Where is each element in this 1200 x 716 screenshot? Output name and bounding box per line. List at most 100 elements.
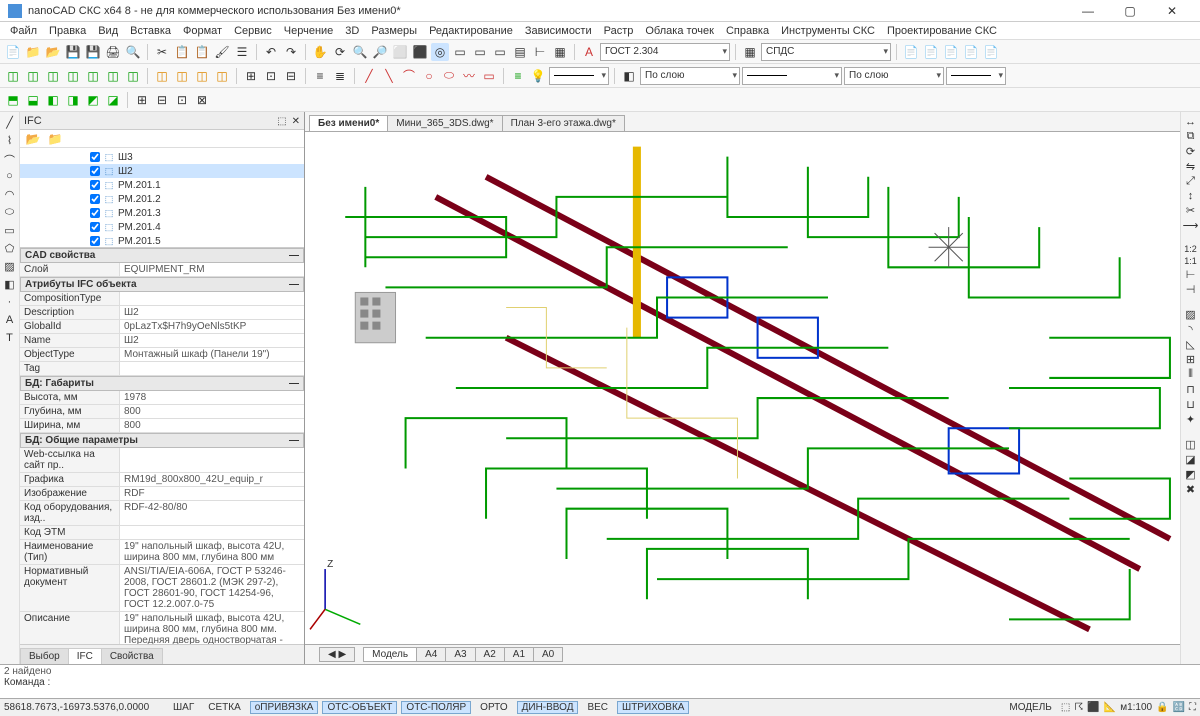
rt-dim1-icon[interactable]: ⊢ (1186, 268, 1196, 281)
status-i4-icon[interactable]: 📐 (1104, 702, 1116, 713)
rt-dim2-icon[interactable]: ⊣ (1186, 283, 1196, 296)
layer-state-icon[interactable]: 💡 (529, 67, 547, 85)
zoom-in-icon[interactable]: 🔍 (351, 43, 369, 61)
menu-constraints[interactable]: Зависимости (519, 25, 598, 37)
zoom-win-icon[interactable]: ⬜ (391, 43, 409, 61)
command-line[interactable]: 2 найдено Команда : (0, 664, 1200, 698)
rt-chamfer-icon[interactable]: ◺ (1186, 338, 1194, 351)
lt-curve-icon[interactable]: ◠ (2, 188, 18, 204)
tree-check[interactable] (90, 222, 100, 232)
rt-scale-icon[interactable]: ⤢ (1186, 175, 1195, 188)
doc-tab-1[interactable]: Мини_365_3DS.dwg* (387, 115, 502, 131)
doc-tab-0[interactable]: Без имени0* (309, 115, 388, 131)
rt-block3-icon[interactable]: ◩ (1185, 468, 1195, 481)
spline-icon[interactable]: 〰 (460, 67, 478, 85)
layer-combo[interactable]: По слою (640, 67, 740, 85)
refresh-icon[interactable]: ⟳ (331, 43, 349, 61)
ifc-properties[interactable]: CAD свойства— СлойEQUIPMENT_RM Атрибуты … (20, 248, 304, 644)
pt-open-icon[interactable]: 📂 (24, 130, 42, 148)
sheet3-icon[interactable]: 📄 (942, 43, 960, 61)
rt-fillet-icon[interactable]: ◝ (1188, 323, 1192, 336)
o4-icon[interactable]: ◫ (213, 67, 231, 85)
status-otrack[interactable]: ОТС-ОБЪЕКТ (322, 701, 397, 714)
status-hatch[interactable]: ШТРИХОВКА (617, 701, 689, 714)
panel-pin-icon[interactable]: ⬚ (277, 116, 286, 127)
layout-a0[interactable]: A0 (533, 647, 563, 662)
tree-item-4[interactable]: ⬚РМ.201.3 (20, 206, 304, 220)
status-full-icon[interactable]: ⛶ (1189, 702, 1196, 713)
pline-icon[interactable]: ╲ (380, 67, 398, 85)
tree-item-2[interactable]: ⬚РМ.201.1 (20, 178, 304, 192)
view1-icon[interactable]: ▭ (451, 43, 469, 61)
zoom-out-icon[interactable]: 🔎 (371, 43, 389, 61)
tree-check[interactable] (90, 194, 100, 204)
menu-insert[interactable]: Вставка (124, 25, 177, 37)
panel-close-icon[interactable]: ✕ (292, 116, 300, 127)
g6-icon[interactable]: ◫ (104, 67, 122, 85)
menu-draw[interactable]: Черчение (278, 25, 340, 37)
lt-region-icon[interactable]: ◧ (2, 278, 18, 294)
o1-icon[interactable]: ◫ (153, 67, 171, 85)
line-icon[interactable]: ╱ (360, 67, 378, 85)
rt-hatch-icon[interactable]: ▨ (1185, 308, 1195, 321)
linetype-combo[interactable] (549, 67, 609, 85)
rt-erase-icon[interactable]: ✖ (1186, 483, 1195, 496)
menu-sks-design[interactable]: Проектирование СКС (881, 25, 1003, 37)
g7-icon[interactable]: ◫ (124, 67, 142, 85)
save-icon[interactable]: 💾 (64, 43, 82, 61)
status-osnap[interactable]: оПРИВЯЗКА (250, 701, 319, 714)
tree-check[interactable] (90, 180, 100, 190)
tree-check[interactable] (90, 152, 100, 162)
g3-icon[interactable]: ◫ (44, 67, 62, 85)
b2-icon[interactable]: ⬓ (24, 91, 42, 109)
maximize-button[interactable]: ▢ (1110, 4, 1150, 18)
o3-icon[interactable]: ◫ (193, 67, 211, 85)
measure-icon[interactable]: ⊢ (531, 43, 549, 61)
rt-extend-icon[interactable]: ⟶ (1183, 219, 1199, 232)
menu-dims[interactable]: Размеры (365, 25, 423, 37)
rt-copy-icon[interactable]: ⧉ (1187, 130, 1195, 143)
menu-view[interactable]: Вид (92, 25, 124, 37)
status-model[interactable]: МОДЕЛЬ (1004, 701, 1056, 714)
panel-tab-ifc[interactable]: IFC (68, 648, 102, 664)
sheet4-icon[interactable]: 📄 (962, 43, 980, 61)
preview-icon[interactable]: 🔍 (124, 43, 142, 61)
panel-tab-select[interactable]: Выбор (20, 648, 69, 664)
arc-icon[interactable]: ⌒ (400, 67, 418, 85)
doc-tab-2[interactable]: План 3-его этажа.dwg* (502, 115, 625, 131)
view3-icon[interactable]: ▭ (491, 43, 509, 61)
folder-icon[interactable]: 📁 (24, 43, 42, 61)
rt-offset-icon[interactable]: ⦀ (1188, 368, 1193, 381)
rt-11-label[interactable]: 1:1 (1184, 256, 1197, 266)
font-combo[interactable]: ГОСТ 2.304 (600, 43, 730, 61)
lineweight-combo[interactable] (946, 67, 1006, 85)
lt-line-icon[interactable]: ╱ (2, 116, 18, 132)
rt-block1-icon[interactable]: ◫ (1185, 438, 1195, 451)
zoom-ext-icon[interactable]: ⬛ (411, 43, 429, 61)
b6-icon[interactable]: ◪ (104, 91, 122, 109)
new-icon[interactable]: 📄 (4, 43, 22, 61)
cut-icon[interactable]: ✂ (153, 43, 171, 61)
b3-icon[interactable]: ◧ (44, 91, 62, 109)
rt-12-label[interactable]: 1:2 (1184, 244, 1197, 254)
saveall-icon[interactable]: 💾 (84, 43, 102, 61)
tree-item-0[interactable]: ⬚Ш3 (20, 150, 304, 164)
menu-edit[interactable]: Правка (43, 25, 92, 37)
pt-folder-icon[interactable]: 📁 (46, 130, 64, 148)
lt-circle-icon[interactable]: ○ (2, 170, 18, 186)
rect-icon[interactable]: ▭ (480, 67, 498, 85)
rt-array-icon[interactable]: ⊞ (1186, 353, 1195, 366)
color-icon[interactable]: ◧ (620, 67, 638, 85)
e2-icon[interactable]: ≣ (331, 67, 349, 85)
paste-icon[interactable]: 📋 (193, 43, 211, 61)
lt-text-icon[interactable]: A (2, 314, 18, 330)
y4-icon[interactable]: ⊠ (193, 91, 211, 109)
sheet5-icon[interactable]: 📄 (982, 43, 1000, 61)
rt-stretch-icon[interactable]: ↕ (1188, 190, 1194, 202)
props-icon[interactable]: ☰ (233, 43, 251, 61)
menu-3d[interactable]: 3D (339, 25, 365, 37)
view4-icon[interactable]: ▤ (511, 43, 529, 61)
status-lwt[interactable]: ВЕС (582, 701, 613, 714)
status-i2-icon[interactable]: ☈ (1074, 702, 1083, 713)
model-tab[interactable]: Модель (363, 647, 417, 662)
